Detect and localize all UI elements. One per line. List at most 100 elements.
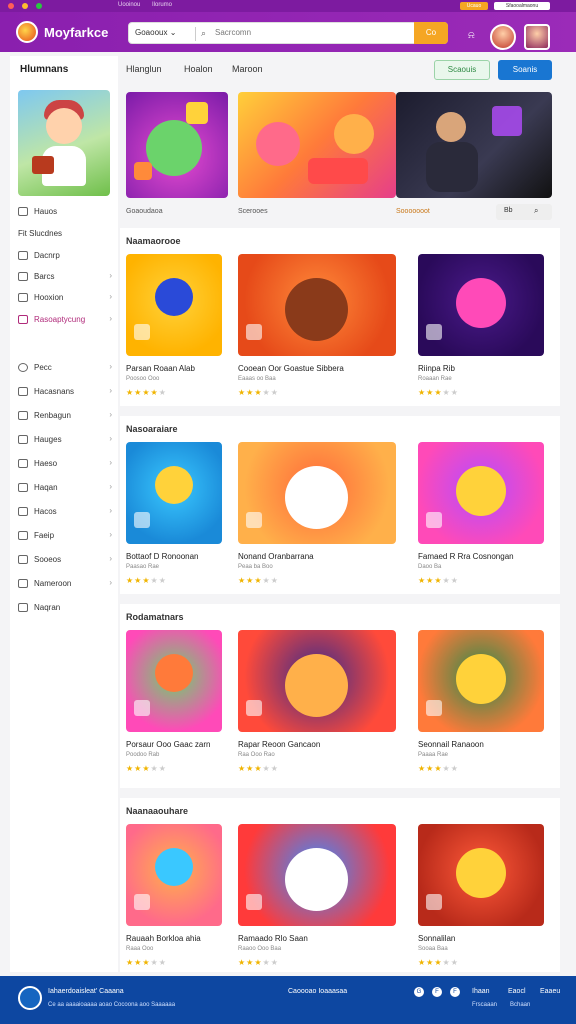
game-thumbnail[interactable] — [126, 442, 222, 544]
social-icon[interactable]: F — [450, 987, 460, 997]
game-thumbnail[interactable] — [126, 630, 222, 732]
sidebar-item[interactable]: Naqran — [18, 602, 114, 616]
grid-icon — [18, 272, 28, 281]
social-icon[interactable]: G — [414, 987, 424, 997]
footer-sublink[interactable]: Bchaan — [510, 1002, 530, 1008]
sidebar-item[interactable]: Hacasnans › — [18, 386, 114, 400]
game-thumbnail[interactable] — [418, 630, 544, 732]
sidebar-item[interactable]: Dacnrp — [18, 250, 114, 264]
star-rating: ★★★★★ — [126, 388, 167, 397]
sidebar-item[interactable]: Rasoaptycung › — [18, 314, 114, 328]
os-link[interactable]: Ilorumo — [152, 2, 172, 8]
sidebar-item[interactable]: Hauos — [18, 206, 114, 220]
tab-1[interactable]: Hlanglun — [126, 64, 162, 74]
red-dot-icon[interactable] — [8, 3, 14, 9]
game-thumbnail[interactable] — [418, 442, 544, 544]
footer-title: Iahaerdoaisleat' Caaana — [48, 988, 124, 995]
game-title[interactable]: Seonnail Ranaoon — [418, 740, 484, 749]
card-icon — [18, 293, 28, 302]
banner-character — [146, 120, 202, 176]
game-title[interactable]: Sonnalilan — [418, 934, 455, 943]
yellow-dot-icon[interactable] — [22, 3, 28, 9]
search-button[interactable]: Co — [414, 22, 448, 44]
game-title[interactable]: Cooean Oor Goastue Sibbera — [238, 364, 344, 373]
sidebar-item[interactable]: Haeso › — [18, 458, 114, 472]
sidebar-item[interactable]: Hauges › — [18, 434, 114, 448]
clock-icon — [18, 387, 28, 396]
sidebar-item[interactable]: Sooeos › — [18, 554, 114, 568]
sidebar-item[interactable]: Barcs › — [18, 271, 114, 285]
sidebar-item[interactable]: Faeip › — [18, 530, 114, 544]
game-title[interactable]: Famaed R Rra Cosnongan — [418, 552, 514, 561]
search-icon[interactable]: ⌕ — [534, 206, 538, 216]
footer-logo[interactable] — [18, 986, 42, 1010]
game-title[interactable]: Ramaado Rlo Saan — [238, 934, 308, 943]
game-character — [285, 466, 348, 529]
social-icon[interactable]: F — [432, 987, 442, 997]
game-title[interactable]: Porsaur Ooo Gaac zarn — [126, 740, 210, 749]
game-section: Naamaorooe Parsan Roaan Alab Poosoo Ooo ★★★… — [120, 228, 560, 406]
sidebar-item[interactable]: Nameroon › — [18, 578, 114, 592]
game-title[interactable]: Parsan Roaan Alab — [126, 364, 195, 373]
filter-label-left[interactable]: Goaoudaoa — [126, 208, 163, 215]
game-title[interactable]: Bottaof D Ronoonan — [126, 552, 199, 561]
game-title[interactable]: Nonand Oranbarrana — [238, 552, 314, 561]
search-category-select[interactable]: Goaooux ⌄ — [135, 28, 176, 37]
sidebar-item[interactable]: Renbagun › — [18, 410, 114, 424]
list-icon — [18, 579, 28, 588]
footer-link[interactable]: Ihaan — [472, 988, 490, 995]
banner-2[interactable] — [238, 92, 396, 198]
footer-sublink[interactable]: Frscaaan — [472, 1002, 497, 1008]
game-thumbnail[interactable] — [238, 442, 396, 544]
app-name[interactable]: Moyfarkce — [44, 25, 108, 40]
filter-control[interactable]: Bb ⌕ — [496, 204, 552, 220]
game-block — [426, 324, 442, 340]
bell-icon[interactable]: ⍾ — [468, 30, 475, 41]
game-title[interactable]: Rauaah Borkloa ahia — [126, 934, 201, 943]
game-thumbnail[interactable] — [238, 630, 396, 732]
filter-select[interactable]: Bb — [504, 207, 513, 214]
game-thumbnail[interactable] — [418, 824, 544, 926]
os-pill-orange[interactable]: Ucauo — [460, 2, 488, 10]
avatar-secondary[interactable] — [524, 24, 550, 50]
game-thumbnail[interactable] — [126, 824, 222, 926]
sidebar-item[interactable]: Haqan › — [18, 482, 114, 496]
avatar[interactable] — [490, 24, 516, 50]
tab-2[interactable]: Hoalon — [184, 64, 213, 74]
sidebar-item[interactable]: Pecc › — [18, 362, 114, 376]
footer-link[interactable]: Eaocl — [508, 988, 526, 995]
section-title: Rodamatnars — [126, 612, 184, 622]
tab-3[interactable]: Maroon — [232, 64, 263, 74]
primary-action-button[interactable]: Soanis — [498, 60, 552, 80]
game-block — [134, 512, 150, 528]
os-link[interactable]: Uooinou — [118, 2, 140, 8]
search-input[interactable]: Sacrcomn — [215, 28, 251, 37]
green-dot-icon[interactable] — [36, 3, 42, 9]
filter-label-middle[interactable]: Scerooes — [238, 208, 268, 215]
sidebar-featured-image[interactable] — [18, 90, 110, 196]
game-block — [246, 512, 262, 528]
footer-link[interactable]: Eaaeu — [540, 988, 560, 995]
filter-label-right[interactable]: Sooooooot — [396, 208, 430, 215]
game-subtitle: Daoo Ba — [418, 564, 442, 570]
sidebar-item-label: Hauos — [34, 207, 58, 216]
chat-icon — [18, 507, 28, 516]
os-pill-white[interactable]: Sfaooalmaonu — [494, 2, 550, 10]
sidebar-item[interactable]: Hooxion › — [18, 292, 114, 306]
game-block — [246, 324, 262, 340]
sidebar-item[interactable]: Fit Slucdnes — [18, 228, 114, 242]
system-bar: Uooinou Ilorumo Ucauo Sfaooalmaonu — [0, 0, 576, 12]
game-thumbnail[interactable] — [126, 254, 222, 356]
secondary-action-button[interactable]: Scaouis — [434, 60, 490, 80]
game-thumbnail[interactable] — [238, 824, 396, 926]
banner-3[interactable] — [396, 92, 552, 198]
sidebar-item[interactable]: Hacos › — [18, 506, 114, 520]
game-title[interactable]: Riinpa Rib — [418, 364, 455, 373]
sidebar-item-label: Haqan — [34, 483, 58, 492]
game-thumbnail[interactable] — [418, 254, 544, 356]
game-thumbnail[interactable] — [238, 254, 396, 356]
banner-1[interactable] — [126, 92, 228, 198]
app-logo[interactable] — [16, 21, 38, 43]
game-title[interactable]: Rapar Reoon Gancaon — [238, 740, 320, 749]
game-subtitle: Poosoo Ooo — [126, 376, 160, 382]
